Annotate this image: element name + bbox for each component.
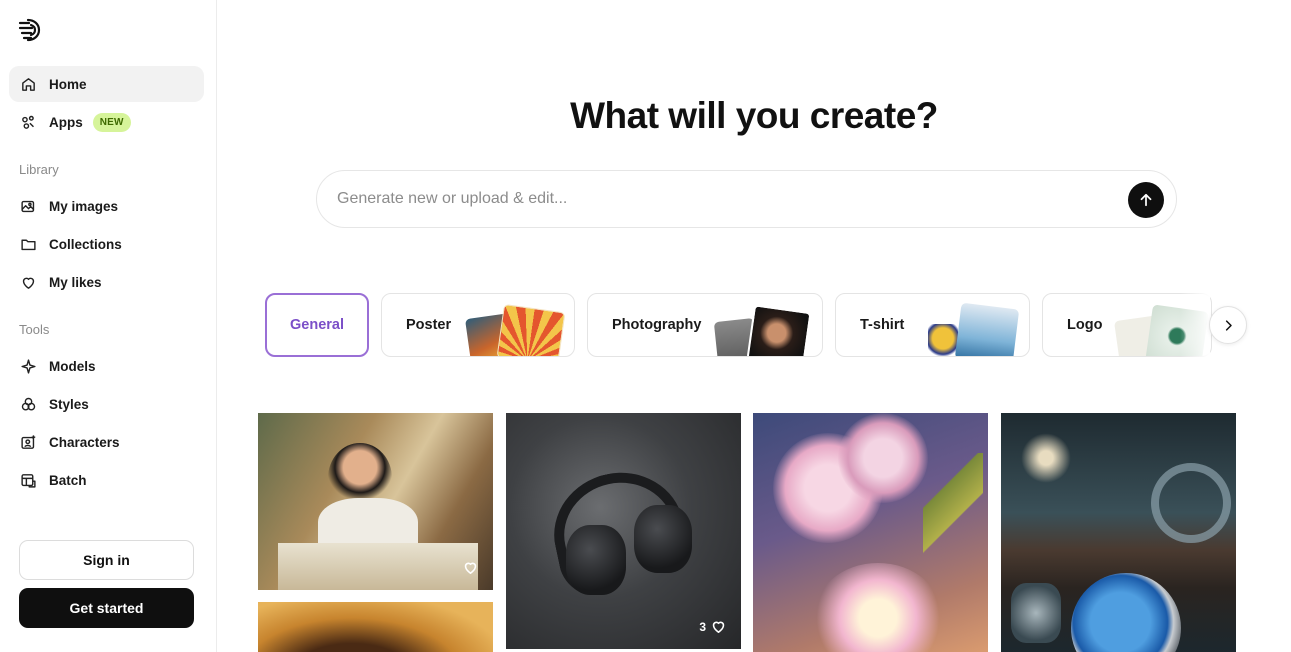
heart-icon — [464, 562, 477, 574]
arrow-up-icon — [1140, 193, 1152, 207]
image-detail — [1021, 433, 1071, 483]
chip-label: Logo — [1067, 317, 1103, 333]
tshirt-thumbnail — [928, 324, 958, 356]
heart-icon — [19, 273, 37, 291]
sign-in-button[interactable]: Sign in — [19, 540, 194, 580]
chevron-right-icon — [1225, 319, 1232, 331]
sidebar-item-characters[interactable]: Characters — [9, 424, 204, 460]
chip-label: T-shirt — [860, 317, 905, 333]
like-control[interactable] — [458, 559, 479, 576]
photo-thumbnail — [746, 304, 812, 356]
prompt-search-bar — [316, 170, 1177, 228]
batch-icon — [19, 471, 37, 489]
submit-button[interactable] — [1128, 182, 1164, 218]
chips-fade-overlay — [1180, 292, 1210, 358]
folder-icon — [19, 235, 37, 253]
heart-icon — [712, 621, 725, 633]
gallery-image-portrait[interactable] — [258, 602, 493, 652]
sidebar-item-label: Apps — [49, 114, 83, 130]
category-chip-poster[interactable]: Poster — [381, 293, 575, 357]
home-icon — [19, 75, 37, 93]
styles-icon — [19, 395, 37, 413]
new-badge: NEW — [92, 112, 131, 132]
brand-logo-icon[interactable] — [17, 17, 43, 43]
image-detail — [1071, 573, 1181, 652]
image-detail — [1151, 463, 1231, 543]
sidebar-item-label: Batch — [49, 472, 87, 488]
tools-section-label: Tools — [19, 322, 50, 337]
gallery-image-watch[interactable] — [1001, 413, 1236, 652]
chip-label: General — [290, 317, 344, 333]
get-started-button[interactable]: Get started — [19, 588, 194, 628]
sidebar-item-batch[interactable]: Batch — [9, 462, 204, 498]
prompt-input[interactable] — [337, 171, 1117, 227]
sidebar-item-styles[interactable]: Styles — [9, 386, 204, 422]
sidebar-item-home[interactable]: Home — [9, 66, 204, 102]
image-detail — [278, 543, 478, 590]
poster-thumbnail — [496, 303, 566, 356]
apps-icon — [19, 113, 37, 131]
page-title: What will you create? — [570, 95, 938, 136]
sidebar-item-models[interactable]: Models — [9, 348, 204, 384]
sidebar-item-label: My images — [49, 198, 119, 214]
category-chip-photography[interactable]: Photography — [587, 293, 823, 357]
image-detail — [923, 453, 983, 573]
image-detail — [838, 413, 928, 503]
chip-label: Photography — [612, 317, 702, 333]
sparkle-icon — [19, 357, 37, 375]
carousel-next-button[interactable] — [1209, 306, 1247, 344]
gallery-image-blossom[interactable] — [753, 413, 988, 652]
sidebar-item-label: Characters — [49, 434, 120, 450]
images-icon — [19, 197, 37, 215]
tshirt-thumbnail — [954, 302, 1020, 356]
chip-label: Poster — [406, 317, 452, 333]
sidebar-item-collections[interactable]: Collections — [9, 226, 204, 262]
like-control[interactable]: 3 — [699, 618, 727, 635]
image-detail — [634, 505, 692, 573]
sidebar-item-label: Styles — [49, 396, 89, 412]
sidebar-item-label: Models — [49, 358, 96, 374]
gallery-image-headphones[interactable]: 3 — [506, 413, 741, 649]
category-chip-general[interactable]: General — [265, 293, 369, 357]
sidebar-item-my-likes[interactable]: My likes — [9, 264, 204, 300]
gallery-image-student[interactable] — [258, 413, 493, 590]
sidebar-item-label: Home — [49, 76, 87, 92]
sidebar: Home Apps NEW Library My images Collecti… — [0, 0, 217, 652]
image-detail — [813, 563, 943, 652]
sidebar-item-label: Collections — [49, 236, 122, 252]
like-count: 3 — [699, 619, 706, 634]
image-detail — [566, 525, 626, 595]
sidebar-item-label: My likes — [49, 274, 102, 290]
category-chip-tshirt[interactable]: T-shirt — [835, 293, 1030, 357]
library-section-label: Library — [19, 162, 59, 177]
sidebar-item-apps[interactable]: Apps NEW — [9, 104, 204, 140]
image-detail — [1011, 583, 1061, 643]
sidebar-item-my-images[interactable]: My images — [9, 188, 204, 224]
character-icon — [19, 433, 37, 451]
